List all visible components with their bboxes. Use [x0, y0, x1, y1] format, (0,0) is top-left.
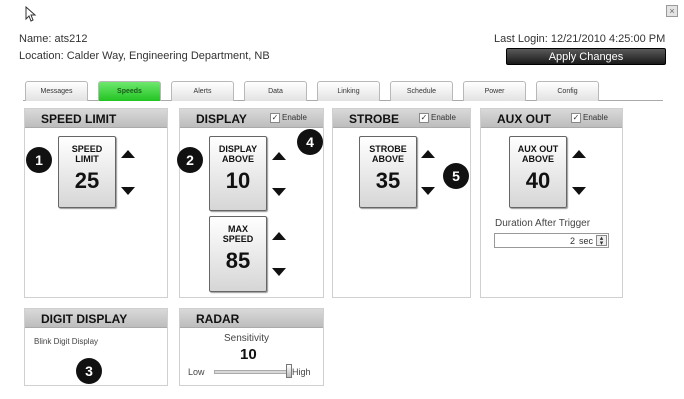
aux-out-above-box: AUX OUT ABOVE 40 [509, 136, 567, 208]
callout-badge-5: 5 [443, 163, 469, 189]
aux-out-title: AUX OUT [497, 112, 551, 126]
device-location: Location: Calder Way, Engineering Depart… [19, 50, 270, 62]
duration-value: 2 [569, 236, 575, 246]
strobe-down-arrow-icon[interactable] [421, 187, 435, 195]
strobe-above-value[interactable]: 35 [360, 168, 416, 194]
aux-out-enable-checkbox[interactable]: ✓ Enable [571, 113, 608, 123]
tab-speeds[interactable]: Speeds [98, 81, 161, 101]
sensitivity-label: Sensitivity [224, 333, 270, 344]
checkbox-icon: ✓ [270, 113, 280, 123]
tab-messages[interactable]: Messages [25, 81, 88, 101]
strobe-title: STROBE [349, 112, 400, 126]
duration-input[interactable]: 2 sec ▴ ▾ [494, 233, 609, 248]
display-above-label: DISPLAY ABOVE [218, 144, 258, 164]
sensitivity-slider[interactable] [214, 370, 290, 374]
blink-digit-display-option[interactable]: Blink Digit Display [34, 337, 98, 346]
speed-limit-value[interactable]: 25 [59, 168, 115, 194]
callout-badge-3: 3 [76, 358, 102, 384]
max-speed-value[interactable]: 85 [210, 248, 266, 274]
tab-config[interactable]: Config [536, 81, 599, 101]
aux-out-above-label: AUX OUT ABOVE [517, 144, 559, 164]
spin-icon[interactable]: ▴ ▾ [596, 235, 607, 247]
aux-out-above-value[interactable]: 40 [510, 168, 566, 194]
max-speed-box: MAX SPEED 85 [209, 216, 267, 292]
aux-out-enable-label: Enable [583, 113, 608, 123]
strobe-enable-label: Enable [431, 113, 456, 123]
display-title: DISPLAY [196, 112, 247, 126]
aux-out-up-arrow-icon[interactable] [572, 150, 586, 158]
duration-label: Duration After Trigger [495, 218, 591, 229]
cursor-icon [25, 6, 37, 22]
apply-changes-button[interactable]: Apply Changes [506, 48, 666, 65]
tab-power[interactable]: Power [463, 81, 526, 101]
callout-badge-1: 1 [26, 147, 52, 173]
checkbox-icon: ✓ [419, 113, 429, 123]
max-speed-down-arrow-icon[interactable] [272, 268, 286, 276]
strobe-up-arrow-icon[interactable] [421, 150, 435, 158]
tab-bar: Messages Speeds Alerts Data Linking Sche… [23, 81, 663, 101]
tab-linking[interactable]: Linking [317, 81, 380, 101]
display-above-box: DISPLAY ABOVE 10 [209, 136, 267, 211]
speed-limit-down-arrow-icon[interactable] [121, 187, 135, 195]
duration-unit: sec [578, 236, 593, 246]
strobe-above-label: STROBE ABOVE [369, 144, 407, 164]
speed-limit-up-arrow-icon[interactable] [121, 150, 135, 158]
max-speed-up-arrow-icon[interactable] [272, 232, 286, 240]
speed-limit-label: SPEED LIMIT [71, 144, 103, 164]
radar-title: RADAR [196, 312, 240, 326]
device-name: Name: ats212 [19, 33, 88, 45]
strobe-enable-checkbox[interactable]: ✓ Enable [419, 113, 456, 123]
display-above-value[interactable]: 10 [210, 168, 266, 194]
low-label: Low [188, 367, 205, 377]
last-login: Last Login: 12/21/2010 4:25:00 PM [494, 33, 666, 45]
strobe-above-box: STROBE ABOVE 35 [359, 136, 417, 208]
display-enable-label: Enable [282, 113, 307, 123]
tab-data[interactable]: Data [244, 81, 307, 101]
sensitivity-value: 10 [240, 346, 257, 363]
display-above-down-arrow-icon[interactable] [272, 188, 286, 196]
checkbox-icon: ✓ [571, 113, 581, 123]
speed-sign-settings-window: × Name: ats212 Location: Calder Way, Eng… [2, 2, 680, 397]
display-enable-checkbox[interactable]: ✓ Enable [270, 113, 307, 123]
speed-limit-box: SPEED LIMIT 25 [58, 136, 116, 208]
callout-badge-2: 2 [177, 147, 203, 173]
speed-limit-title: SPEED LIMIT [41, 112, 117, 126]
close-icon[interactable]: × [666, 5, 678, 17]
max-speed-label: MAX SPEED [222, 224, 254, 244]
digit-display-title: DIGIT DISPLAY [41, 312, 128, 326]
tab-schedule[interactable]: Schedule [390, 81, 453, 101]
tab-alerts[interactable]: Alerts [171, 81, 234, 101]
high-label: High [292, 367, 311, 377]
callout-badge-4: 4 [297, 129, 323, 155]
display-above-up-arrow-icon[interactable] [272, 152, 286, 160]
aux-out-down-arrow-icon[interactable] [572, 187, 586, 195]
